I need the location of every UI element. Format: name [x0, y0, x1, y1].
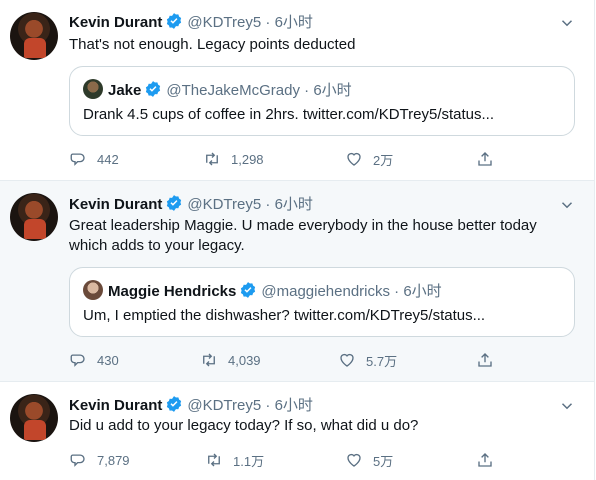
reply-icon — [70, 153, 85, 166]
like-icon — [340, 353, 354, 367]
reply-count: 7,879 — [97, 452, 130, 468]
retweet-button[interactable]: 4,039 — [200, 350, 261, 370]
retweet-button[interactable]: 1.1万 — [205, 450, 264, 470]
more-icon[interactable] — [558, 14, 576, 32]
quoted-tweet-header: Jake @TheJakeMcGrady · 6小时 — [83, 79, 352, 104]
author-handle[interactable]: @KDTrey5 — [187, 196, 261, 213]
timeline: Kevin Durant @KDTrey5 · 6小时 That's not en… — [0, 0, 595, 480]
quoted-timestamp: 6小时 — [313, 82, 352, 99]
retweet-icon — [206, 152, 218, 166]
tweet-actions: 430 4,039 5.7万 — [69, 350, 509, 370]
more-icon[interactable] — [558, 397, 576, 415]
reply-count: 442 — [97, 151, 119, 167]
retweet-count: 1,298 — [231, 151, 264, 167]
timestamp[interactable]: 6小时 — [275, 397, 313, 414]
retweet-icon — [203, 353, 215, 367]
tweet-text: Did u add to your legacy today? If so, w… — [69, 417, 419, 434]
more-icon[interactable] — [558, 196, 576, 214]
tweet-text: Great leadership Maggie. U made everybod… — [69, 217, 537, 254]
retweet-button[interactable]: 1,298 — [203, 149, 264, 169]
quoted-tweet[interactable]: Jake @TheJakeMcGrady · 6小时 Drank 4.5 cups… — [69, 66, 575, 136]
like-icon — [347, 152, 361, 166]
retweet-icon — [208, 453, 220, 467]
reply-count: 430 — [97, 352, 119, 368]
reply-icon — [70, 354, 85, 367]
author-name[interactable]: Kevin Durant — [69, 196, 162, 213]
tweet-actions: 7,879 1.1万 5万 — [69, 450, 509, 470]
quoted-timestamp: 6小时 — [403, 283, 442, 300]
quoted-author-handle: @maggiehendricks — [261, 283, 390, 300]
retweet-count: 4,039 — [228, 352, 261, 368]
verified-icon — [239, 281, 257, 305]
quoted-avatar — [83, 280, 103, 300]
avatar[interactable] — [10, 12, 58, 60]
tweet-actions: 442 1,298 2万 — [69, 149, 509, 169]
timestamp[interactable]: 6小时 — [275, 14, 313, 31]
tweet[interactable]: Kevin Durant @KDTrey5 · 6小时 Did u add to … — [0, 382, 594, 480]
author-name[interactable]: Kevin Durant — [69, 397, 162, 414]
author-name[interactable]: Kevin Durant — [69, 14, 162, 31]
reply-button[interactable]: 430 — [69, 350, 119, 370]
verified-icon — [165, 12, 183, 36]
quoted-tweet-header: Maggie Hendricks @maggiehendricks · 6小时 — [83, 280, 442, 305]
like-count: 5.7万 — [366, 353, 398, 369]
share-icon — [478, 152, 492, 166]
like-button[interactable]: 5.7万 — [338, 350, 397, 370]
like-icon — [347, 453, 361, 467]
quoted-tweet-text: Um, I emptied the dishwasher? twitter.co… — [83, 307, 486, 324]
share-icon — [478, 353, 492, 367]
timestamp[interactable]: 6小时 — [275, 196, 313, 213]
share-button[interactable] — [476, 350, 504, 370]
avatar[interactable] — [10, 394, 58, 442]
tweet[interactable]: Kevin Durant @KDTrey5 · 6小时 Great leaders… — [0, 181, 594, 382]
author-handle[interactable]: @KDTrey5 — [187, 397, 261, 414]
reply-button[interactable]: 442 — [69, 149, 119, 169]
quoted-author-name: Jake — [108, 82, 142, 99]
tweet-text: That's not enough. Legacy points deducte… — [69, 36, 356, 53]
tweet[interactable]: Kevin Durant @KDTrey5 · 6小时 That's not en… — [0, 0, 594, 181]
like-button[interactable]: 2万 — [345, 149, 393, 169]
reply-icon — [70, 454, 85, 467]
verified-icon — [144, 80, 162, 104]
like-count: 2万 — [373, 152, 394, 168]
avatar[interactable] — [10, 193, 58, 241]
like-button[interactable]: 5万 — [345, 450, 393, 470]
tweet-header: Kevin Durant @KDTrey5 · 6小时 — [69, 12, 313, 36]
quoted-tweet-text: Drank 4.5 cups of coffee in 2hrs. twitte… — [83, 106, 495, 123]
reply-button[interactable]: 7,879 — [69, 450, 130, 470]
quoted-author-handle: @TheJakeMcGrady — [166, 82, 300, 99]
share-icon — [478, 453, 492, 467]
like-count: 5万 — [373, 453, 394, 469]
quoted-avatar — [83, 79, 103, 99]
verified-icon — [165, 194, 183, 218]
share-button[interactable] — [476, 149, 504, 169]
quoted-author-name: Maggie Hendricks — [108, 283, 237, 300]
quoted-tweet[interactable]: Maggie Hendricks @maggiehendricks · 6小时 U… — [69, 267, 575, 337]
share-button[interactable] — [476, 450, 504, 470]
tweet-header: Kevin Durant @KDTrey5 · 6小时 — [69, 194, 313, 218]
retweet-count: 1.1万 — [233, 453, 265, 469]
author-handle[interactable]: @KDTrey5 — [187, 14, 261, 31]
